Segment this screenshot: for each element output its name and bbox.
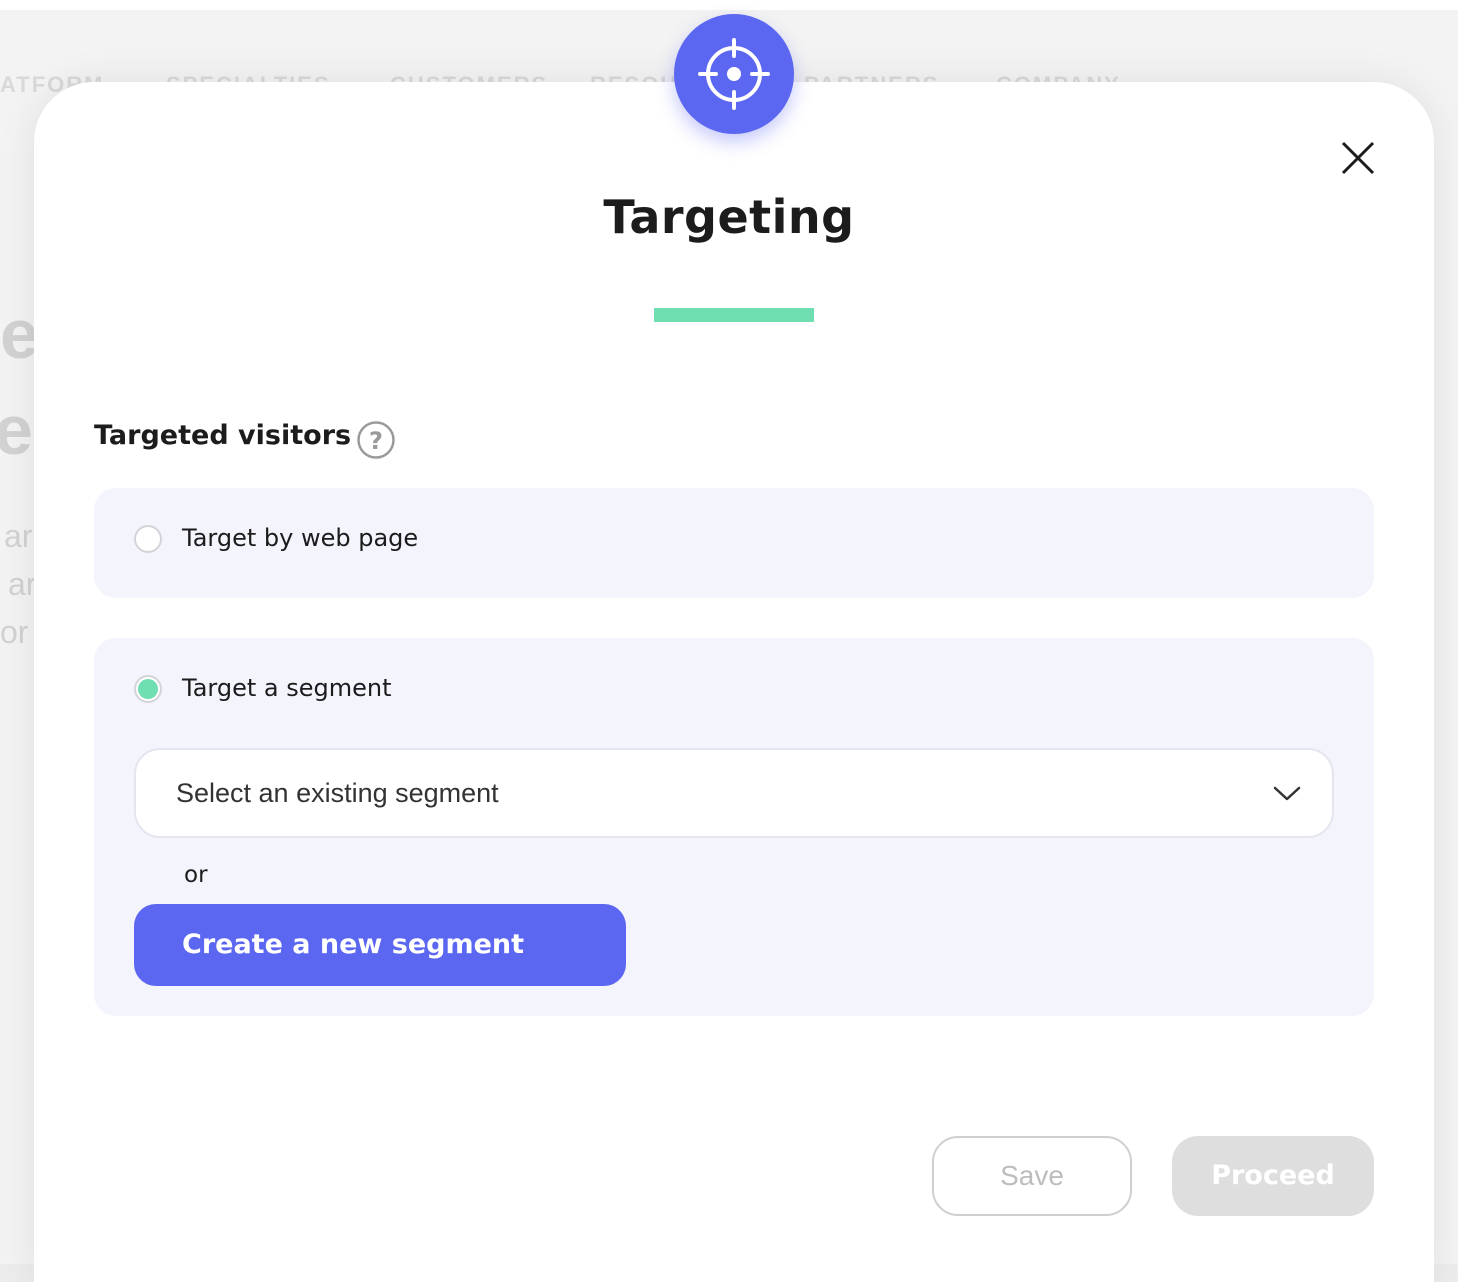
save-button[interactable]: Save (932, 1136, 1132, 1216)
svg-text:?: ? (369, 427, 383, 455)
option-card-segment: Target a segment Select an existing segm… (94, 638, 1374, 1016)
crosshair-target-icon (674, 14, 794, 134)
chevron-down-icon (1272, 782, 1302, 804)
segment-select-value: Select an existing segment (176, 778, 499, 808)
section-label: Targeted visitors (94, 420, 352, 451)
radio-target-segment[interactable] (134, 675, 162, 703)
or-separator: or (184, 862, 208, 888)
background-text-fragment: ar (8, 566, 37, 602)
option-card-web-page[interactable]: Target by web page (94, 488, 1374, 598)
create-segment-button[interactable]: Create a new segment (134, 904, 626, 986)
background-text-fragment: ar (4, 518, 33, 554)
question-circle-icon[interactable]: ? (356, 420, 396, 460)
radio-target-web-page[interactable] (134, 525, 162, 553)
radio-label-segment: Target a segment (182, 674, 392, 702)
close-icon[interactable] (1338, 138, 1378, 178)
proceed-button[interactable]: Proceed (1172, 1136, 1374, 1216)
background-text-fragment: e (0, 391, 33, 469)
modal-title: Targeting (603, 190, 855, 244)
title-accent-bar (654, 308, 814, 322)
browser-top-strip (0, 0, 1458, 10)
segment-select[interactable]: Select an existing segment (134, 748, 1334, 838)
background-text-fragment: or (0, 614, 29, 650)
radio-label-web-page: Target by web page (182, 524, 419, 552)
